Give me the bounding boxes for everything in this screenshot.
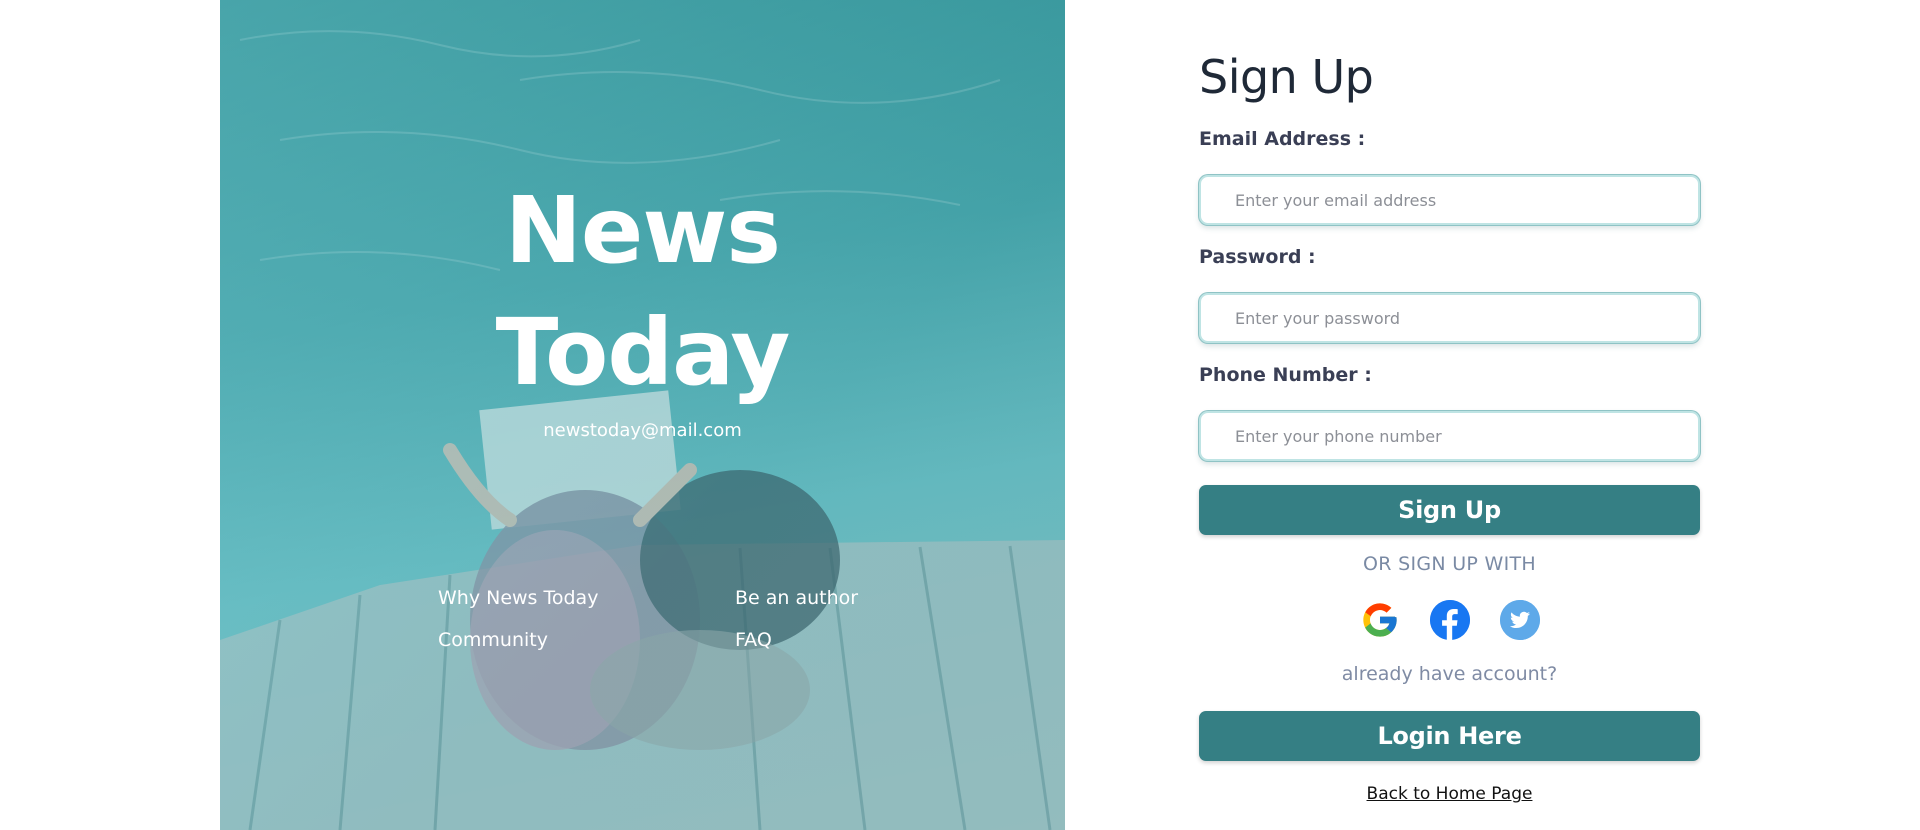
back-to-home-link[interactable]: Back to Home Page — [1199, 784, 1700, 804]
social-signup-row — [1199, 600, 1700, 640]
login-button[interactable]: Login Here — [1199, 711, 1700, 761]
signup-button[interactable]: Sign Up — [1199, 485, 1700, 535]
facebook-signup-button[interactable] — [1429, 600, 1470, 640]
email-field[interactable] — [1199, 175, 1700, 225]
brand-title: News Today — [220, 170, 1065, 414]
or-sign-up-with-text: OR SIGN UP WITH — [1362, 553, 1537, 575]
already-have-account-text: already have account? — [1341, 663, 1558, 685]
password-field[interactable] — [1199, 293, 1700, 343]
hero-links: Why News Today Be an author Community FA… — [438, 586, 858, 652]
brand-line-1: News — [504, 177, 781, 284]
twitter-signup-button[interactable] — [1499, 600, 1540, 640]
brand-line-2: Today — [495, 299, 791, 406]
email-label: Email Address : — [1199, 128, 1366, 150]
link-faq[interactable]: FAQ — [735, 628, 935, 652]
google-signup-button[interactable] — [1360, 600, 1400, 640]
signup-form: Sign Up Email Address : Password : Phone… — [1199, 0, 1700, 830]
phone-label: Phone Number : — [1199, 364, 1372, 386]
link-be-an-author[interactable]: Be an author — [735, 586, 935, 610]
phone-field[interactable] — [1199, 411, 1700, 461]
link-community[interactable]: Community — [438, 628, 735, 652]
page-title: Sign Up — [1199, 50, 1374, 104]
hero-overlay — [220, 0, 1065, 830]
hero-panel: News Today newstoday@mail.com Why News T… — [220, 0, 1065, 830]
password-label: Password : — [1199, 246, 1316, 268]
twitter-icon — [1499, 600, 1540, 640]
facebook-icon — [1429, 600, 1470, 640]
google-icon — [1362, 603, 1397, 637]
link-why-news-today[interactable]: Why News Today — [438, 586, 735, 610]
contact-email: newstoday@mail.com — [543, 420, 742, 441]
signup-page: News Today newstoday@mail.com Why News T… — [0, 0, 1920, 830]
